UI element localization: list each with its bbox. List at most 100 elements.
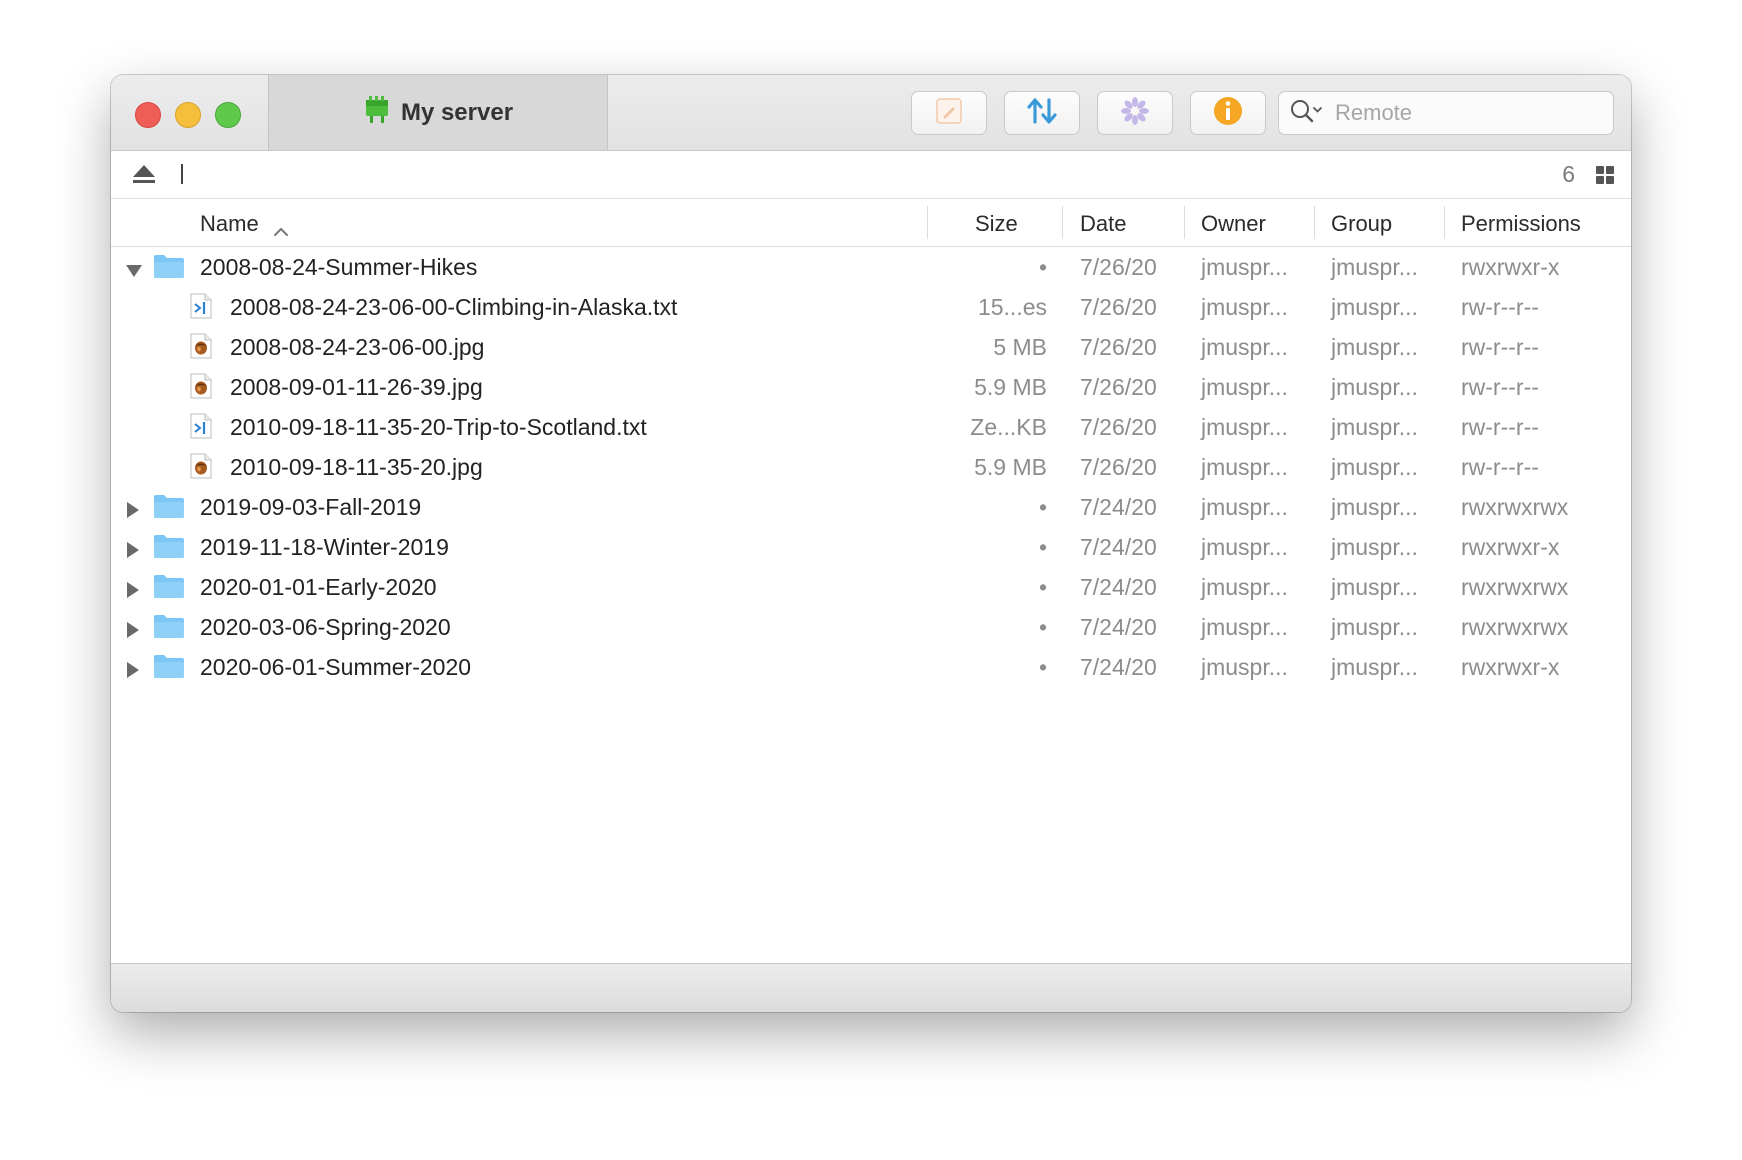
item-permissions: rwxrwxrwx (1461, 574, 1569, 600)
item-size: Ze...KB (970, 414, 1047, 440)
search-field[interactable] (1278, 91, 1614, 135)
close-window-button[interactable] (135, 102, 161, 128)
folder-row[interactable]: 2020-03-06-Spring-2020 • 7/24/20 jmuspr... j… (111, 607, 1631, 647)
grid-view-icon[interactable] (1595, 165, 1615, 190)
path-field-cursor[interactable] (181, 164, 183, 184)
search-icon (1289, 98, 1325, 129)
item-group: jmuspr... (1331, 574, 1418, 600)
file-row[interactable]: 2010-09-18-11-35-20-Trip-to-Scotland.txt… (111, 407, 1631, 447)
item-date: 7/24/20 (1080, 654, 1157, 680)
column-divider[interactable] (1314, 206, 1315, 239)
column-divider[interactable] (1444, 206, 1445, 239)
item-group: jmuspr... (1331, 254, 1418, 280)
transfers-button[interactable] (1004, 91, 1080, 135)
disclosure-collapsed-icon[interactable] (125, 498, 141, 525)
item-name: 2008-08-24-23-06-00-Climbing-in-Alaska.t… (230, 294, 678, 320)
item-size: 15...es (977, 294, 1047, 320)
column-divider[interactable] (927, 206, 928, 239)
info-icon (1212, 95, 1244, 132)
disclosure-collapsed-icon[interactable] (125, 658, 141, 685)
folder-icon (153, 573, 185, 605)
item-group: jmuspr... (1331, 494, 1418, 520)
image-file-icon (190, 453, 212, 485)
item-owner: jmuspr... (1201, 254, 1288, 280)
disclosure-collapsed-icon[interactable] (125, 578, 141, 605)
item-size: • (1038, 534, 1047, 560)
item-name: 2019-11-18-Winter-2019 (200, 534, 449, 560)
column-divider[interactable] (1062, 206, 1063, 239)
edit-button[interactable] (911, 91, 987, 135)
item-size: • (1038, 574, 1047, 600)
item-size: • (1038, 494, 1047, 520)
file-row[interactable]: 2008-08-24-23-06-00-Climbing-in-Alaska.t… (111, 287, 1631, 327)
folder-icon (153, 493, 185, 525)
minimize-window-button[interactable] (175, 102, 201, 128)
item-permissions: rw-r--r-- (1461, 294, 1539, 320)
item-owner: jmuspr... (1201, 614, 1288, 640)
disclosure-collapsed-icon[interactable] (125, 618, 141, 645)
item-date: 7/24/20 (1080, 614, 1157, 640)
server-icon (363, 96, 391, 129)
pencil-icon (934, 96, 964, 131)
item-name: 2019-09-03-Fall-2019 (200, 494, 422, 520)
item-name: 2020-01-01-Early-2020 (200, 574, 437, 600)
folder-icon (153, 613, 185, 645)
item-date: 7/24/20 (1080, 534, 1157, 560)
disclosure-collapsed-icon[interactable] (125, 538, 141, 565)
item-count: 6 (1562, 161, 1575, 187)
item-group: jmuspr... (1331, 414, 1418, 440)
folder-row[interactable]: 2008-08-24-Summer-Hikes • 7/26/20 jmuspr...… (111, 247, 1631, 287)
item-owner: jmuspr... (1201, 414, 1288, 440)
folder-row[interactable]: 2020-06-01-Summer-2020 • 7/24/20 jmuspr... j… (111, 647, 1631, 687)
item-size: 5.9 MB (974, 374, 1047, 400)
item-owner: jmuspr... (1201, 294, 1288, 320)
folder-row[interactable]: 2020-01-01-Early-2020 • 7/24/20 jmuspr... jm… (111, 567, 1631, 607)
column-group[interactable]: Group (1331, 211, 1392, 237)
item-size: 5.9 MB (974, 454, 1047, 480)
disclosure-expanded-icon[interactable] (125, 258, 143, 285)
item-name: 2020-06-01-Summer-2020 (200, 654, 472, 680)
item-owner: jmuspr... (1201, 494, 1288, 520)
sort-ascending-icon[interactable] (273, 217, 289, 243)
file-row[interactable]: 2008-08-24-23-06-00.jpg 5 MB 7/26/20 jmuspr… (111, 327, 1631, 367)
item-permissions: rwxrwxrwx (1461, 494, 1569, 520)
item-name: 2008-09-01-11-26-39.jpg (230, 374, 483, 400)
item-name: 2008-08-24-Summer-Hikes (200, 254, 478, 280)
window: My server Remote 6 Name Size Date Owner … (111, 75, 1631, 1012)
item-date: 7/24/20 (1080, 574, 1157, 600)
item-date: 7/26/20 (1080, 254, 1157, 280)
search-input[interactable] (1333, 99, 1587, 127)
eject-icon[interactable] (131, 163, 157, 190)
column-size[interactable]: Size (975, 211, 1018, 237)
tab-my-server[interactable]: My server (268, 75, 608, 150)
file-row[interactable]: 2008-09-01-11-26-39.jpg 5.9 MB 7/26/20 jmus… (111, 367, 1631, 407)
item-owner: jmuspr... (1201, 534, 1288, 560)
item-name: 2010-09-18-11-35-20-Trip-to-Scotland.txt (230, 414, 647, 440)
zoom-window-button[interactable] (215, 102, 241, 128)
item-owner: jmuspr... (1201, 374, 1288, 400)
column-owner[interactable]: Owner (1201, 211, 1266, 237)
item-permissions: rwxrwxr-x (1461, 534, 1560, 560)
folder-icon (153, 253, 185, 285)
item-group: jmuspr... (1331, 334, 1418, 360)
info-button[interactable] (1190, 91, 1266, 135)
item-size: • (1038, 254, 1047, 280)
tab-title: My server (400, 98, 514, 126)
item-permissions: rw-r--r-- (1461, 374, 1539, 400)
folder-row[interactable]: 2019-09-03-Fall-2019 • 7/24/20 jmuspr... jmu… (111, 487, 1631, 527)
folder-row[interactable]: 2019-11-18-Winter-2019 • 7/24/20 jmuspr... j… (111, 527, 1631, 567)
title-bar: My server (111, 75, 1631, 151)
item-permissions: rw-r--r-- (1461, 454, 1539, 480)
folder-icon (153, 653, 185, 685)
column-name[interactable]: Name (200, 211, 259, 237)
activity-button[interactable] (1097, 91, 1173, 135)
column-divider[interactable] (1184, 206, 1185, 239)
item-date: 7/26/20 (1080, 454, 1157, 480)
file-row[interactable]: 2010-09-18-11-35-20.jpg 5.9 MB 7/26/20 jmus… (111, 447, 1631, 487)
item-permissions: rwxrwxr-x (1461, 254, 1560, 280)
column-date[interactable]: Date (1080, 211, 1126, 237)
item-name: 2010-09-18-11-35-20.jpg (230, 454, 483, 480)
item-date: 7/26/20 (1080, 334, 1157, 360)
column-permissions[interactable]: Permissions (1461, 211, 1581, 237)
item-group: jmuspr... (1331, 654, 1418, 680)
